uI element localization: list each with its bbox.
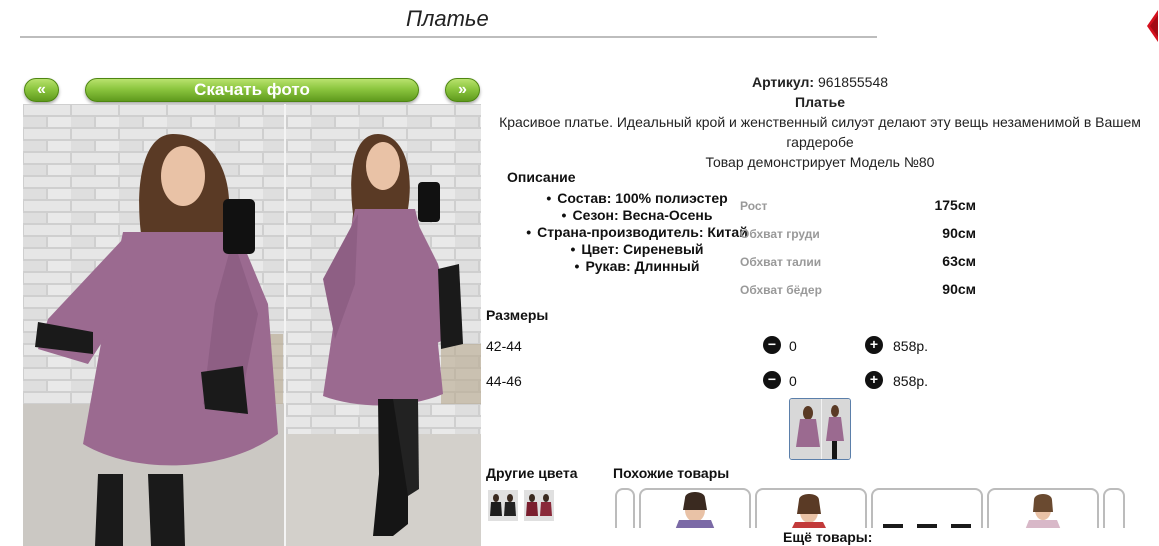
size-price: 858р. [893,338,929,354]
similar-product-card[interactable] [755,488,867,528]
carousel-next-card[interactable] [1103,488,1125,528]
similar-product-card[interactable] [639,488,751,528]
similar-products-carousel [613,488,1128,528]
measurement-row: Обхват талии 63см [740,252,976,272]
minus-circle-icon[interactable]: − [763,371,781,389]
measurement-value: 90см [942,225,976,241]
size-row: 44-46 − 0 + 858р. [486,371,986,393]
quantity-value: 0 [789,338,797,354]
other-colors-title: Другие цвета [486,465,578,481]
measurement-row: Обхват груди 90см [740,224,976,244]
next-photo-button[interactable]: » [445,78,480,102]
close-icon[interactable] [1144,10,1158,42]
article-value: 961855548 [817,74,889,90]
page-title: Платье [406,6,489,31]
sizes-title: Размеры [486,307,549,323]
similar-product-card[interactable] [871,488,983,528]
similar-product-card[interactable] [987,488,1099,528]
plus-circle-icon[interactable]: + [865,371,883,389]
product-thumbnail[interactable] [789,398,851,460]
measurement-label: Обхват груди [740,227,820,241]
minus-circle-icon[interactable]: − [763,336,781,354]
measurement-value: 63см [942,253,976,269]
article-label: Артикул: [751,74,815,90]
product-description: Красивое платье. Идеальный крой и женств… [499,114,1141,150]
size-price: 858р. [893,373,929,389]
size-row: 42-44 − 0 + 858р. [486,336,986,358]
product-info: Артикул: 961855548 Платье Красивое плать… [486,72,1154,172]
color-variant-thumbnail[interactable] [524,490,554,521]
measurement-label: Обхват талии [740,255,822,269]
measurement-row: Рост 175см [740,196,976,216]
size-label: 44-46 [486,373,522,389]
similar-products-title: Похожие товары [613,465,730,481]
more-products-label: Ещё товары: [783,529,873,545]
plus-circle-icon[interactable]: + [865,336,883,354]
product-page: Платье « Скачать фото » Артикул: 9618555… [0,0,1159,546]
quantity-value: 0 [789,373,797,389]
details-title: Описание [507,169,576,185]
carousel-prev-card[interactable] [615,488,635,528]
measurement-row: Обхват бёдер 90см [740,280,976,300]
measurement-value: 175см [934,197,976,213]
title-divider [20,36,877,38]
prev-photo-button[interactable]: « [24,78,59,102]
measurement-label: Обхват бёдер [740,283,822,297]
size-label: 42-44 [486,338,522,354]
color-variant-thumbnail[interactable] [488,490,518,521]
download-photo-button[interactable]: Скачать фото [85,78,419,102]
product-photo[interactable] [23,104,481,546]
measurement-label: Рост [740,199,768,213]
measurement-value: 90см [942,281,976,297]
product-name: Платье [795,94,845,110]
model-note: Товар демонстрирует Модель №80 [705,154,935,170]
